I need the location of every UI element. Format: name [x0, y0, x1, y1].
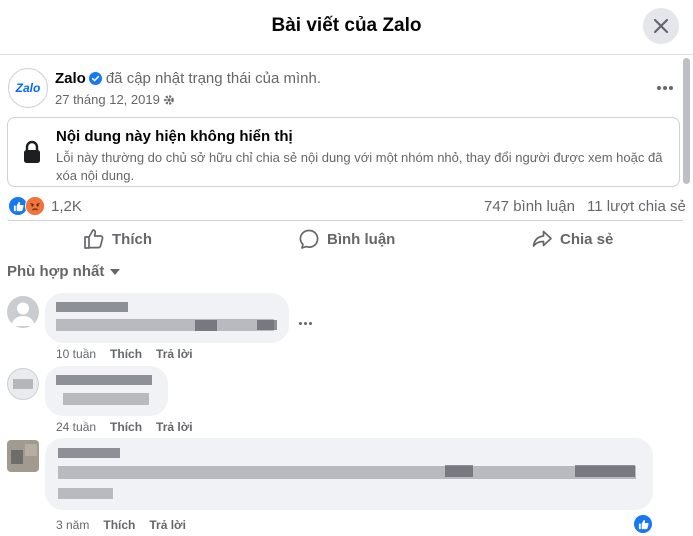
comment-count[interactable]: 747 bình luận: [484, 198, 575, 215]
author-name[interactable]: Zalo: [55, 70, 86, 87]
like-button[interactable]: Thích: [83, 228, 152, 250]
comment-time[interactable]: 24 tuần: [56, 420, 96, 434]
comment-meta: 3 năm Thích Trả lời: [56, 518, 186, 532]
caret-down-icon: [110, 268, 121, 275]
comment-like-button[interactable]: Thích: [110, 347, 142, 361]
share-button[interactable]: Chia sẻ: [531, 228, 613, 250]
share-count[interactable]: 11 lượt chia sẻ: [587, 198, 686, 215]
comment-bubble: [45, 438, 653, 510]
post-dialog: Bài viết của Zalo Zalo Zalo đã cập nhật t…: [0, 0, 693, 536]
post-date[interactable]: 27 tháng 12, 2019: [55, 92, 160, 107]
commenter-avatar[interactable]: [7, 296, 39, 328]
comment-label: Bình luận: [327, 230, 396, 248]
comment-more-button[interactable]: [298, 312, 313, 330]
comment-bubble: [45, 293, 289, 343]
thumb-icon: [84, 229, 104, 249]
filter-label: Phù hợp nhất: [7, 263, 105, 280]
comment-reply-button[interactable]: Trả lời: [156, 347, 193, 361]
post-header-line: Zalo đã cập nhật trạng thái của mình.: [55, 70, 321, 89]
scrollbar[interactable]: [683, 58, 690, 184]
reaction-summary[interactable]: 1,2K: [8, 196, 82, 216]
comment-meta: 24 tuần Thích Trả lời: [56, 420, 193, 434]
comment-meta: 10 tuần Thích Trả lời: [56, 347, 193, 361]
gear-icon: [163, 94, 175, 109]
more-icon: [298, 312, 313, 330]
author-avatar[interactable]: Zalo: [8, 68, 48, 108]
notice-body: Lỗi này thường do chủ sở hữu chỉ chia sẻ…: [56, 150, 663, 183]
close-icon: [653, 18, 669, 34]
more-icon: [656, 77, 674, 95]
notice-title: Nội dung này hiện không hiển thị: [56, 128, 293, 145]
comment-like-reaction-icon[interactable]: [633, 514, 653, 534]
comment-reply-button[interactable]: Trả lời: [149, 518, 186, 532]
comment-filter[interactable]: Phù hợp nhất: [7, 263, 121, 280]
status-text: đã cập nhật trạng thái của mình.: [105, 70, 321, 87]
angry-reaction-icon: [25, 196, 45, 216]
share-icon: [532, 230, 552, 247]
dialog-header: Bài viết của Zalo: [0, 0, 693, 55]
comment-like-button[interactable]: Thích: [103, 518, 135, 532]
like-label: Thích: [112, 230, 152, 248]
verified-icon: [88, 72, 102, 89]
comment-icon: [299, 229, 319, 249]
dialog-title: Bài viết của Zalo: [271, 15, 422, 36]
unavailable-notice: Nội dung này hiện không hiển thị Lỗi này…: [7, 117, 680, 187]
comment-button[interactable]: Bình luận: [298, 228, 395, 250]
post-date-line: 27 tháng 12, 2019: [55, 92, 175, 109]
share-label: Chia sẻ: [560, 230, 614, 248]
post-more-button[interactable]: [651, 76, 679, 96]
commenter-avatar[interactable]: [7, 368, 39, 400]
close-button[interactable]: [643, 8, 679, 44]
lock-icon: [22, 140, 42, 169]
comment-reply-button[interactable]: Trả lời: [156, 420, 193, 434]
comment-time[interactable]: 10 tuần: [56, 347, 96, 361]
reaction-count: 1,2K: [51, 197, 82, 215]
comment-like-button[interactable]: Thích: [110, 420, 142, 434]
commenter-avatar[interactable]: [7, 440, 39, 472]
action-bar: Thích Bình luận Chia sẻ: [8, 220, 683, 257]
comment-time[interactable]: 3 năm: [56, 518, 89, 532]
comment-bubble: [45, 366, 168, 416]
zalo-logo: Zalo: [15, 81, 41, 95]
